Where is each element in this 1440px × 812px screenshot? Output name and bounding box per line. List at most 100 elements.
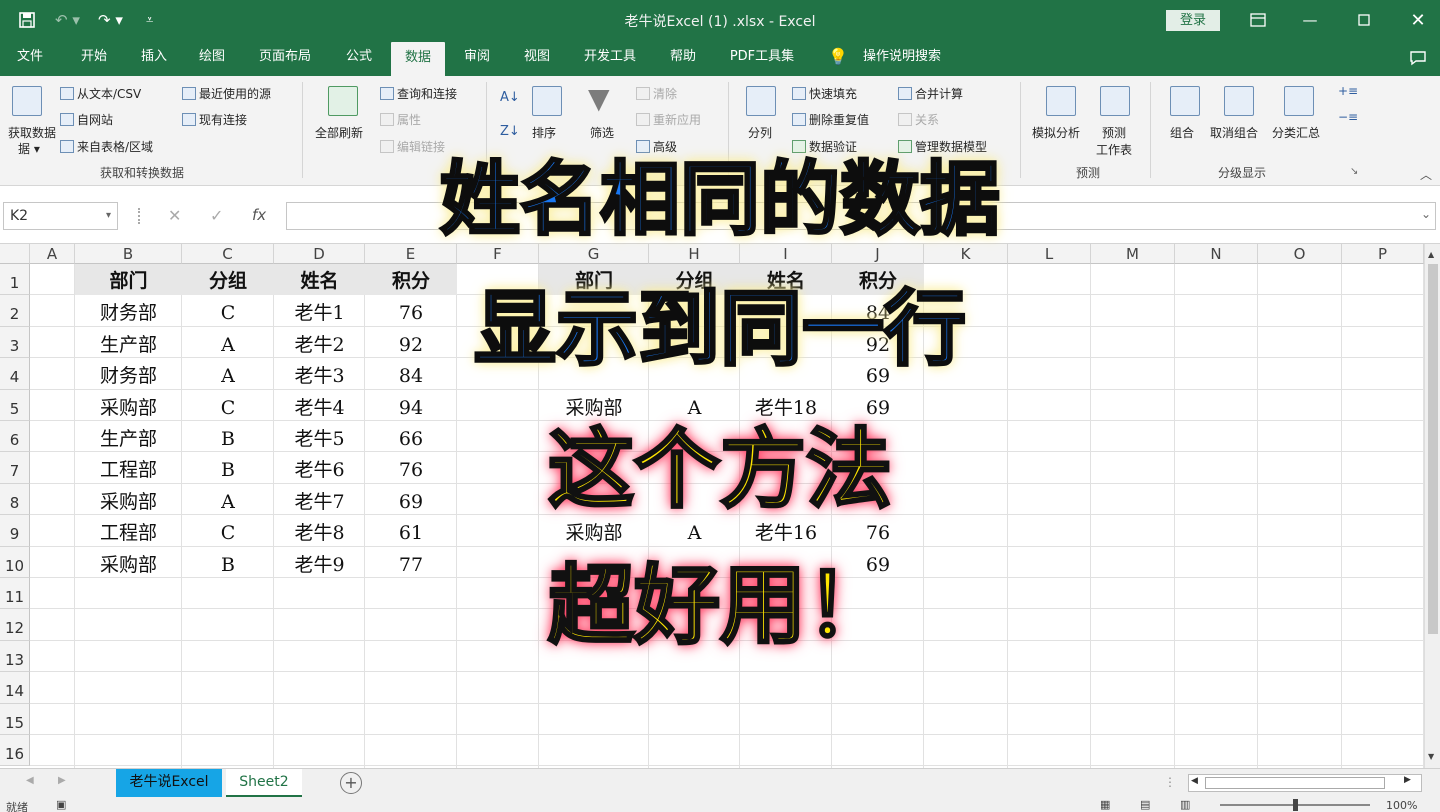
- table-cell[interactable]: 老牛16: [740, 515, 832, 546]
- forecast-sheet-label[interactable]: 工作表: [1096, 141, 1132, 158]
- table-cell[interactable]: 财务部: [75, 358, 182, 389]
- worksheet-grid[interactable]: A B C D E F G H I J K L M N O P 1 2 3 4 5 6 7 8 9 10 11 12 13 14 15 16 部…: [0, 244, 1424, 768]
- column-header[interactable]: N: [1175, 244, 1258, 264]
- table-cell[interactable]: B: [182, 452, 274, 483]
- table-cell[interactable]: 老牛4: [274, 390, 365, 421]
- formula-bar-splitter[interactable]: [138, 208, 140, 224]
- table-cell[interactable]: 工程部: [75, 452, 182, 483]
- table-cell[interactable]: 老牛8: [274, 515, 365, 546]
- row-header[interactable]: 7: [0, 452, 30, 484]
- add-sheet-icon[interactable]: +: [340, 772, 362, 794]
- row-header[interactable]: 4: [0, 358, 30, 390]
- column-header[interactable]: G: [539, 244, 649, 264]
- table-cell[interactable]: 69: [832, 547, 924, 578]
- table-cell[interactable]: [649, 484, 740, 515]
- scroll-up-icon[interactable]: ▲: [1428, 250, 1434, 259]
- from-text-button[interactable]: 从文本/CSV: [60, 85, 141, 102]
- table-cell[interactable]: [539, 295, 649, 326]
- forecast-button[interactable]: 预测: [1102, 124, 1126, 141]
- table-cell[interactable]: A: [182, 358, 274, 389]
- page-layout-view-icon[interactable]: ▤: [1140, 798, 1150, 811]
- column-header[interactable]: E: [365, 244, 457, 264]
- tab-draw[interactable]: 绘图: [192, 40, 232, 76]
- tab-page-layout[interactable]: 页面布局: [252, 40, 318, 76]
- get-data-icon[interactable]: [12, 86, 42, 116]
- table-cell[interactable]: 77: [365, 547, 457, 578]
- zoom-slider-thumb[interactable]: [1293, 799, 1298, 811]
- table-cell[interactable]: 财务部: [75, 295, 182, 326]
- existing-connections-button[interactable]: 现有连接: [182, 111, 247, 128]
- table-header-cell[interactable]: 姓名: [274, 264, 365, 296]
- ribbon-display-options-icon[interactable]: [1232, 0, 1284, 40]
- normal-view-icon[interactable]: ▦: [1100, 798, 1110, 811]
- tell-me-search[interactable]: 操作说明搜索: [856, 40, 948, 76]
- table-cell[interactable]: 84: [832, 295, 924, 326]
- close-icon[interactable]: ✕: [1392, 0, 1440, 40]
- tab-view[interactable]: 视图: [516, 40, 558, 76]
- flash-fill-button[interactable]: 快速填充: [792, 85, 857, 102]
- table-cell[interactable]: [539, 421, 649, 452]
- row-header[interactable]: 13: [0, 640, 30, 673]
- text-to-columns-icon[interactable]: [746, 86, 776, 116]
- table-cell[interactable]: [649, 547, 740, 578]
- hide-detail-icon[interactable]: −≡: [1338, 110, 1358, 124]
- consolidate-button[interactable]: 合并计算: [898, 85, 963, 102]
- row-header[interactable]: 14: [0, 672, 30, 704]
- table-cell[interactable]: [740, 358, 832, 389]
- table-cell[interactable]: 采购部: [539, 390, 649, 421]
- row-header[interactable]: 15: [0, 703, 30, 735]
- reapply-button[interactable]: 重新应用: [636, 111, 701, 128]
- table-cell[interactable]: 老牛2: [274, 327, 365, 358]
- column-header[interactable]: H: [649, 244, 740, 264]
- table-cell[interactable]: 69: [832, 390, 924, 421]
- login-button[interactable]: 登录: [1166, 10, 1220, 31]
- ungroup-button[interactable]: 取消组合: [1210, 124, 1258, 141]
- insert-function-icon[interactable]: fx: [252, 206, 266, 224]
- column-header[interactable]: B: [75, 244, 182, 264]
- table-cell[interactable]: [740, 452, 832, 483]
- sort-ascending-icon[interactable]: A↓: [500, 90, 520, 105]
- table-cell[interactable]: A: [649, 390, 740, 421]
- column-header[interactable]: K: [924, 244, 1008, 264]
- table-cell[interactable]: 老牛9: [274, 547, 365, 578]
- tab-help[interactable]: 帮助: [662, 40, 704, 76]
- undo-icon[interactable]: ↶ ▾: [55, 0, 80, 40]
- table-cell[interactable]: B: [182, 547, 274, 578]
- column-header[interactable]: M: [1091, 244, 1175, 264]
- redo-icon[interactable]: ↷ ▾: [98, 0, 123, 40]
- name-box-dropdown-icon[interactable]: ▾: [106, 203, 111, 229]
- comments-icon[interactable]: [1404, 40, 1432, 76]
- column-header[interactable]: O: [1258, 244, 1342, 264]
- tab-insert[interactable]: 插入: [134, 40, 174, 76]
- zoom-level[interactable]: 100%: [1386, 799, 1417, 812]
- row-header[interactable]: 9: [0, 515, 30, 547]
- sheet-tab-sheet2[interactable]: Sheet2: [226, 769, 302, 797]
- relationships-button[interactable]: 关系: [898, 111, 939, 128]
- table-cell[interactable]: [740, 421, 832, 452]
- group-button[interactable]: 组合: [1170, 124, 1194, 141]
- table-header-cell[interactable]: 积分: [365, 264, 457, 296]
- tab-pdf-tools[interactable]: PDF工具集: [722, 40, 802, 76]
- column-header[interactable]: D: [274, 244, 365, 264]
- table-cell[interactable]: 老牛1: [274, 295, 365, 326]
- sort-descending-icon[interactable]: Z↓: [500, 124, 520, 139]
- recent-sources-button[interactable]: 最近使用的源: [182, 85, 271, 102]
- sort-button[interactable]: 排序: [532, 124, 556, 141]
- table-cell[interactable]: [740, 327, 832, 358]
- table-header-cell[interactable]: 积分: [832, 264, 924, 296]
- table-cell[interactable]: [832, 421, 924, 452]
- page-break-view-icon[interactable]: ▥: [1180, 798, 1190, 811]
- table-cell[interactable]: 生产部: [75, 421, 182, 452]
- table-cell[interactable]: [539, 327, 649, 358]
- table-cell[interactable]: 76: [832, 515, 924, 546]
- row-header[interactable]: 3: [0, 326, 30, 359]
- row-header[interactable]: 10: [0, 546, 30, 578]
- table-cell[interactable]: 老牛5: [274, 421, 365, 452]
- column-header[interactable]: C: [182, 244, 274, 264]
- table-cell[interactable]: 工程部: [75, 515, 182, 546]
- filter-button[interactable]: 筛选: [590, 124, 614, 141]
- row-header[interactable]: 5: [0, 389, 30, 421]
- dialog-launcher-icon[interactable]: ↘: [1350, 166, 1358, 177]
- queries-connections-button[interactable]: 查询和连接: [380, 85, 457, 102]
- sheet-scroll-left-icon[interactable]: ◀: [26, 775, 34, 786]
